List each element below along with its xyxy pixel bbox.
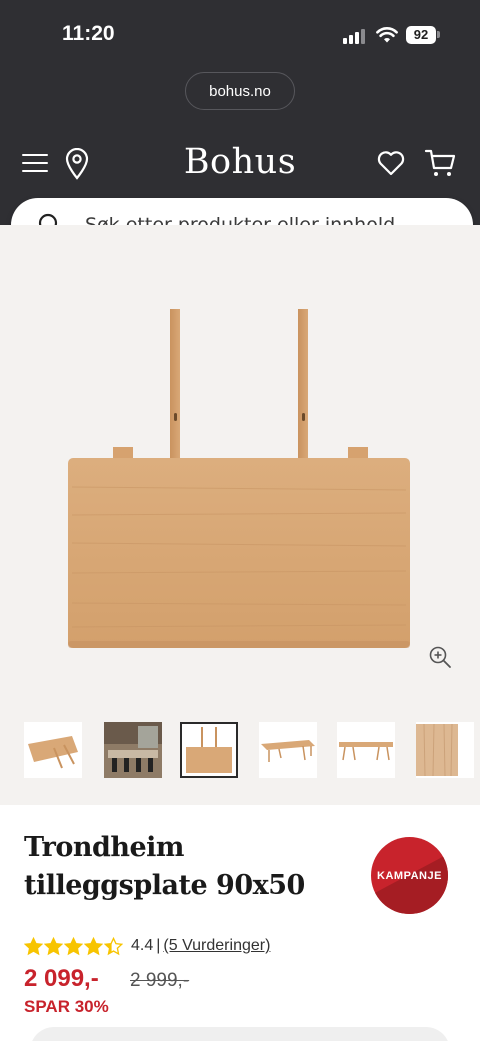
star-icon xyxy=(104,936,123,955)
status-time: 11:20 xyxy=(62,22,115,45)
current-price: 2 099,- xyxy=(24,965,99,992)
campaign-badge-label: KAMPANJE xyxy=(377,869,442,882)
original-price: 2 999,- xyxy=(130,970,190,991)
thumbnail-2[interactable] xyxy=(104,722,162,778)
product-rating: 4.4 | (5 Vurderinger) xyxy=(24,935,270,957)
battery-indicator: 92 xyxy=(406,26,436,44)
star-icon xyxy=(84,936,103,955)
rating-stars xyxy=(24,936,123,956)
thumbnail-5[interactable] xyxy=(337,722,395,778)
reviews-link[interactable]: (5 Vurderinger) xyxy=(163,937,270,955)
thumbnail-6[interactable] xyxy=(416,722,474,778)
top-bar: 11:20 92 bohus.no Bohus xyxy=(0,0,480,225)
product-main-image[interactable] xyxy=(0,225,480,695)
thumbnail-3-active[interactable] xyxy=(180,722,238,778)
product-gallery xyxy=(0,225,480,805)
signal-icon xyxy=(343,28,369,44)
star-icon xyxy=(24,936,43,955)
zoom-in-icon[interactable] xyxy=(428,645,452,669)
product-info: Trondheim tilleggsplate 90x50 KAMPANJE 4… xyxy=(0,805,480,1041)
thumbnail-4[interactable] xyxy=(259,722,317,778)
wifi-icon xyxy=(376,27,398,43)
browser-url-bar[interactable]: bohus.no xyxy=(185,72,295,110)
wishlist-heart-icon[interactable] xyxy=(376,148,406,178)
savings-label: SPAR 30% xyxy=(24,997,109,1016)
rating-value: 4.4 xyxy=(131,937,154,954)
star-icon xyxy=(44,936,63,955)
star-icon xyxy=(64,936,83,955)
rating-separator: | xyxy=(156,937,161,954)
thumbnail-1[interactable] xyxy=(24,722,82,778)
add-to-cart-button[interactable] xyxy=(30,1027,450,1041)
battery-tip xyxy=(437,31,440,38)
site-logo[interactable]: Bohus xyxy=(0,142,480,182)
thumbnail-strip xyxy=(0,720,480,780)
product-title: Trondheim tilleggsplate 90x50 xyxy=(24,832,305,901)
campaign-badge: KAMPANJE xyxy=(371,837,448,914)
shopping-cart-icon[interactable] xyxy=(424,148,456,178)
